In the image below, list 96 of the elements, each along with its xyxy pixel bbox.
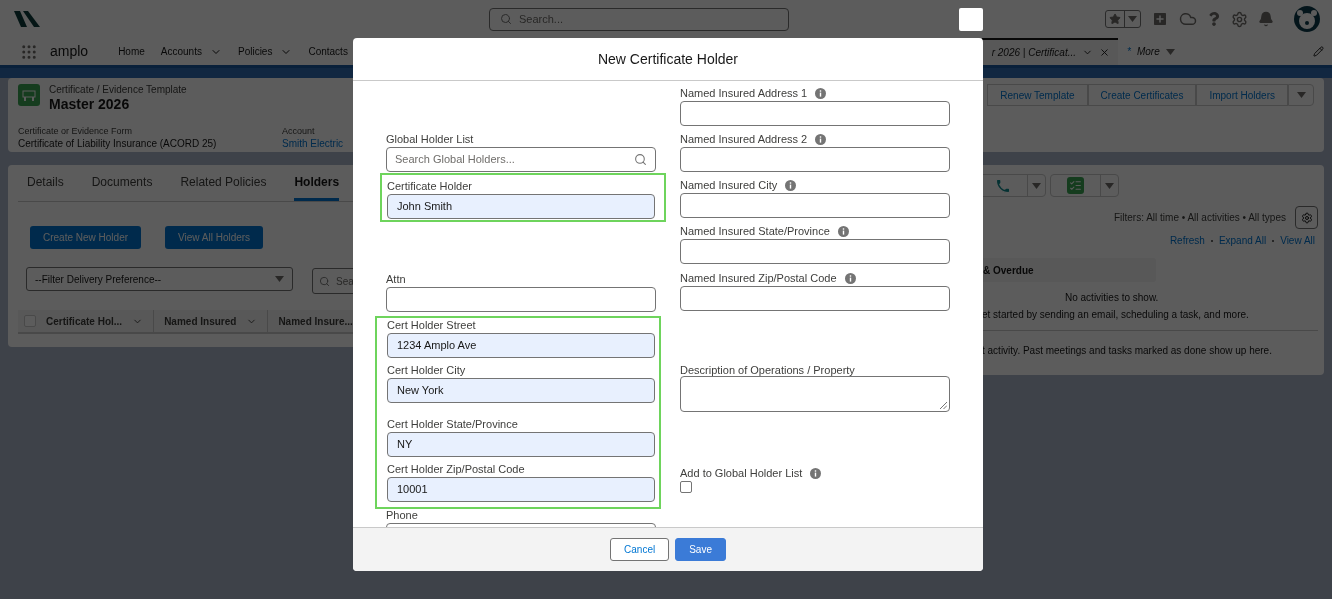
app-launcher-icon[interactable] bbox=[20, 42, 38, 61]
checkbox[interactable] bbox=[680, 481, 692, 493]
nav-item[interactable]: Home bbox=[118, 44, 145, 59]
app-name: amplo bbox=[50, 42, 89, 61]
logo-icon[interactable] bbox=[14, 9, 40, 29]
record-title: Master 2026 bbox=[49, 96, 131, 112]
search-field[interactable]: Search Global Holders... bbox=[386, 147, 656, 172]
tab[interactable]: Related Policies bbox=[180, 165, 267, 201]
template-icon bbox=[18, 84, 40, 106]
tab[interactable]: Holders bbox=[294, 165, 340, 201]
caret-icon bbox=[275, 276, 284, 282]
input-field[interactable]: John Smith bbox=[387, 194, 655, 219]
caret-icon bbox=[1128, 16, 1137, 22]
close-icon[interactable] bbox=[1099, 47, 1110, 58]
input-field[interactable] bbox=[680, 239, 950, 264]
task-list-icon bbox=[1069, 179, 1082, 192]
input-field[interactable] bbox=[386, 287, 656, 312]
column-header[interactable]: Certificate Hol... bbox=[36, 310, 154, 332]
activity-link[interactable]: Refresh bbox=[1169, 233, 1205, 248]
open-tab[interactable]: r 2026 | Certificat... bbox=[982, 38, 1118, 65]
field-label: Global Holder List bbox=[386, 133, 474, 145]
filters-summary: Filters: All time • All activities • All types bbox=[1113, 211, 1286, 225]
caret-icon bbox=[1105, 182, 1114, 189]
field-label: Cert Holder Zip/Postal Code bbox=[387, 463, 525, 475]
nav-item[interactable]: Accounts bbox=[160, 44, 222, 59]
field-label: Named Insured State/Province bbox=[680, 225, 830, 237]
caret-icon bbox=[1296, 92, 1306, 98]
input-field[interactable] bbox=[680, 193, 950, 218]
search-icon bbox=[634, 153, 647, 166]
activity-link[interactable]: Expand All bbox=[1218, 233, 1267, 248]
tab[interactable]: Documents bbox=[91, 165, 153, 201]
settings-button[interactable] bbox=[1295, 206, 1318, 229]
more-menu[interactable]: * More bbox=[1127, 44, 1313, 59]
action-button[interactable]: Renew Template bbox=[987, 84, 1088, 106]
favorites-button[interactable] bbox=[1105, 10, 1141, 28]
more-actions-button[interactable] bbox=[1288, 84, 1314, 106]
field-label: Cert Holder City bbox=[387, 364, 466, 376]
field-label: Certificate Holder bbox=[387, 180, 472, 192]
filter-select[interactable]: --Filter Delivery Preference-- bbox=[26, 267, 293, 291]
field-label: Named Insured Address 1 bbox=[680, 87, 808, 99]
settings-icon[interactable] bbox=[1231, 10, 1248, 28]
caret-icon bbox=[1032, 182, 1041, 189]
record-type: Certificate / Evidence Template bbox=[49, 84, 187, 96]
edit-icon[interactable] bbox=[1313, 46, 1324, 57]
field-label: Attn bbox=[386, 273, 406, 285]
action-button[interactable]: Create Certificates bbox=[1087, 84, 1197, 106]
blank-tile bbox=[959, 8, 983, 31]
avatar-icon[interactable] bbox=[1294, 6, 1320, 32]
resize-handle-icon bbox=[940, 402, 947, 409]
field-label: Certificate or Evidence Form bbox=[18, 125, 134, 137]
field-value: 1234 Amplo Ave bbox=[397, 338, 477, 354]
search-icon bbox=[319, 275, 330, 287]
nav-item[interactable]: Policies bbox=[237, 44, 293, 59]
input-field[interactable] bbox=[680, 286, 950, 311]
field-label: Cert Holder Street bbox=[387, 319, 476, 331]
input-field[interactable]: 10001 bbox=[387, 477, 655, 502]
brand-button[interactable]: Create New Holder bbox=[30, 226, 142, 249]
field-label: Cert Holder State/Province bbox=[387, 418, 518, 430]
modal-title: New Certificate Holder bbox=[597, 49, 739, 69]
text-area[interactable] bbox=[680, 376, 950, 412]
input-field[interactable]: NY bbox=[387, 432, 655, 457]
notifications-icon[interactable] bbox=[1258, 11, 1274, 27]
nav-item[interactable]: Contacts bbox=[308, 44, 348, 59]
cloud-icon[interactable] bbox=[1179, 10, 1197, 28]
input-field[interactable]: 1234 Amplo Ave bbox=[387, 333, 655, 358]
phone-icon bbox=[995, 177, 1011, 194]
column-header[interactable]: Named Insured bbox=[153, 310, 268, 332]
field-label: Named Insured Zip/Postal Code bbox=[680, 272, 837, 284]
save-button[interactable]: Save bbox=[675, 538, 726, 561]
field-label: Named Insured City bbox=[680, 179, 778, 191]
caret-icon bbox=[1165, 48, 1175, 55]
field-value: 10001 bbox=[397, 482, 428, 498]
field-label: Named Insured Address 2 bbox=[680, 133, 808, 145]
star-icon bbox=[1109, 13, 1121, 25]
field-label: Phone bbox=[386, 509, 418, 521]
field-value: New York bbox=[397, 383, 444, 399]
cancel-button[interactable]: Cancel bbox=[610, 538, 670, 561]
search-icon bbox=[500, 13, 512, 25]
field-value: NY bbox=[397, 437, 413, 453]
search-placeholder: Search Global Holders... bbox=[395, 152, 516, 168]
help-icon[interactable] bbox=[1207, 12, 1221, 26]
input-field[interactable] bbox=[680, 147, 950, 172]
action-button[interactable]: Import Holders bbox=[1196, 84, 1288, 106]
brand-button[interactable]: View All Holders bbox=[165, 226, 264, 249]
tab[interactable]: Details bbox=[27, 165, 64, 201]
add-icon[interactable] bbox=[1151, 10, 1169, 28]
activity-link[interactable]: View All bbox=[1280, 233, 1315, 248]
field-label: Add to Global Holder List bbox=[680, 467, 803, 479]
settings-icon bbox=[1300, 211, 1313, 224]
empty-title: No activities to show. bbox=[1064, 291, 1160, 305]
field-value: Certificate of Liability Insurance (ACORD 25) bbox=[18, 137, 218, 150]
input-field[interactable] bbox=[680, 101, 950, 126]
field-label: Account bbox=[282, 125, 316, 137]
input-field[interactable]: New York bbox=[387, 378, 655, 403]
field-value: John Smith bbox=[397, 199, 453, 215]
field-label: Description of Operations / Property bbox=[680, 364, 855, 376]
